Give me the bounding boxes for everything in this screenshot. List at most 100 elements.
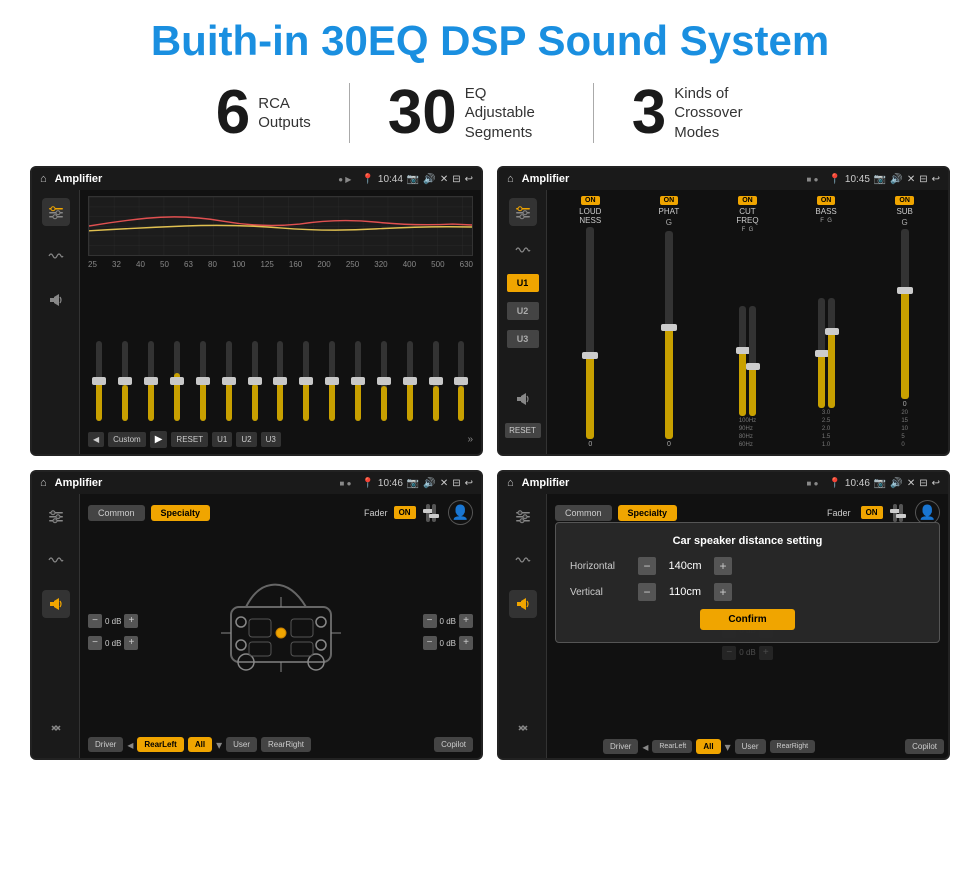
vol-br-plus[interactable]: + [459, 636, 473, 650]
dist-user-btn[interactable]: User [735, 739, 766, 754]
fader-on-btn[interactable]: ON [394, 506, 416, 519]
fader-sidebar-icon-speaker[interactable] [42, 590, 70, 618]
minimize-icon-2: ⊟ [919, 174, 927, 185]
vertical-plus[interactable]: + [714, 583, 732, 601]
vertical-minus[interactable]: − [638, 583, 656, 601]
rearright-btn[interactable]: RearRight [261, 737, 311, 752]
cross-sidebar-icon-wave[interactable] [509, 236, 537, 264]
reset-btn-1[interactable]: RESET [171, 432, 208, 447]
eq-slider-11[interactable] [381, 341, 387, 421]
u3-btn-1[interactable]: U3 [261, 432, 281, 447]
bass-slider-f[interactable] [818, 298, 825, 408]
sub-on[interactable]: ON [895, 196, 914, 205]
bass-slider-g[interactable] [828, 298, 835, 408]
eq-sidebar-icon-filter[interactable] [42, 198, 70, 226]
home-icon-2[interactable]: ⌂ [507, 173, 514, 185]
vol-bl-plus[interactable]: + [124, 636, 138, 650]
eq-slider-14[interactable] [458, 341, 464, 421]
cutfreq-on[interactable]: ON [738, 196, 757, 205]
dist-all-btn[interactable]: All [696, 739, 720, 754]
vol-tl-plus[interactable]: + [124, 614, 138, 628]
dist-sidebar-icon-filter[interactable] [509, 502, 537, 530]
eq-sidebar-icon-wave[interactable] [42, 242, 70, 270]
home-icon-1[interactable]: ⌂ [40, 173, 47, 185]
copilot-btn[interactable]: Copilot [434, 737, 473, 752]
sub-slider[interactable] [901, 229, 909, 399]
eq-slider-7[interactable] [277, 341, 283, 421]
all-btn[interactable]: All [188, 737, 212, 752]
u1-btn-1[interactable]: U1 [212, 432, 232, 447]
dist-sidebar-icon-wave[interactable] [509, 546, 537, 574]
eq-slider-8[interactable] [303, 341, 309, 421]
loudness-on[interactable]: ON [581, 196, 600, 205]
driver-btn[interactable]: Driver [88, 737, 123, 752]
cutfreq-slider-f[interactable] [739, 306, 746, 416]
eq-slider-12[interactable] [407, 341, 413, 421]
dist-sidebar-icon-expand[interactable] [509, 714, 537, 742]
home-icon-4[interactable]: ⌂ [507, 477, 514, 489]
cross-sidebar-icon-speaker2[interactable] [509, 385, 537, 413]
prev-btn[interactable]: ◀ [88, 432, 104, 447]
back-icon-4[interactable]: ↩ [932, 478, 940, 489]
dist-copilot-btn[interactable]: Copilot [905, 739, 944, 754]
back-icon-1[interactable]: ↩ [465, 174, 473, 185]
eq-slider-4[interactable] [200, 341, 206, 421]
u2-btn-1[interactable]: U2 [236, 432, 256, 447]
eq-slider-0[interactable] [96, 341, 102, 421]
eq-slider-3[interactable] [174, 341, 180, 421]
eq-slider-10[interactable] [355, 341, 361, 421]
person-icon[interactable]: 👤 [448, 500, 473, 525]
dist-specialty-tab[interactable]: Specialty [618, 505, 678, 521]
vol-bl-minus[interactable]: − [88, 636, 102, 650]
phat-on[interactable]: ON [660, 196, 679, 205]
common-tab[interactable]: Common [88, 505, 145, 521]
user-btn[interactable]: User [226, 737, 257, 752]
loudness-slider[interactable] [586, 227, 594, 439]
cross-sidebar-icon-filter[interactable] [509, 198, 537, 226]
home-icon-3[interactable]: ⌂ [40, 477, 47, 489]
cutfreq-slider-g[interactable] [749, 306, 756, 416]
eq-slider-5[interactable] [226, 341, 232, 421]
status-icons-3: 📍 10:46 📷 🔊 ✕ ⊟ ↩ [361, 478, 473, 489]
horizontal-minus[interactable]: − [638, 557, 656, 575]
horizontal-plus[interactable]: + [714, 557, 732, 575]
bass-on[interactable]: ON [817, 196, 836, 205]
confirm-button[interactable]: Confirm [700, 609, 794, 630]
vol-tl-minus[interactable]: − [88, 614, 102, 628]
specialty-tab[interactable]: Specialty [151, 505, 211, 521]
volume-icon-1: 🔊 [423, 174, 435, 185]
close-icon-2: ✕ [907, 174, 915, 185]
vol-tr-plus[interactable]: + [459, 614, 473, 628]
u3-side-btn[interactable]: U3 [507, 330, 539, 348]
play-btn[interactable]: ▶ [150, 431, 168, 448]
eq-slider-9[interactable] [329, 341, 335, 421]
phat-slider[interactable] [665, 231, 673, 439]
u1-side-btn[interactable]: U1 [507, 274, 539, 292]
eq-sidebar-icon-speaker[interactable] [42, 286, 70, 314]
camera-icon-3: 📷 [407, 478, 419, 489]
back-icon-3[interactable]: ↩ [465, 478, 473, 489]
u2-side-btn[interactable]: U2 [507, 302, 539, 320]
fader-sidebar-icon-filter[interactable] [42, 502, 70, 530]
cross-ch-loudness: ON LOUDNESS 0 [553, 196, 628, 448]
dist-sidebar-icon-speaker[interactable] [509, 590, 537, 618]
vol-tr-minus[interactable]: − [423, 614, 437, 628]
dist-on-btn[interactable]: ON [861, 506, 883, 519]
back-icon-2[interactable]: ↩ [932, 174, 940, 185]
fader-sidebar-icon-expand[interactable] [42, 714, 70, 742]
dist-rearright-btn[interactable]: RearRight [770, 740, 816, 753]
custom-label: Custom [108, 432, 146, 447]
rearleft-btn[interactable]: RearLeft [137, 737, 183, 752]
fader-sidebar-icon-wave[interactable] [42, 546, 70, 574]
cross-reset-btn[interactable]: RESET [505, 423, 541, 438]
eq-slider-13[interactable] [433, 341, 439, 421]
eq-slider-2[interactable] [148, 341, 154, 421]
dist-common-tab[interactable]: Common [555, 505, 612, 521]
down-arrow: ▾ [216, 738, 222, 752]
dist-rearleft-btn[interactable]: RearLeft [652, 740, 692, 753]
stat-eq: 30 EQ Adjustable Segments [350, 82, 593, 144]
eq-slider-1[interactable] [122, 341, 128, 421]
dist-driver-btn[interactable]: Driver [603, 739, 638, 754]
vol-br-minus[interactable]: − [423, 636, 437, 650]
eq-slider-6[interactable] [252, 341, 258, 421]
